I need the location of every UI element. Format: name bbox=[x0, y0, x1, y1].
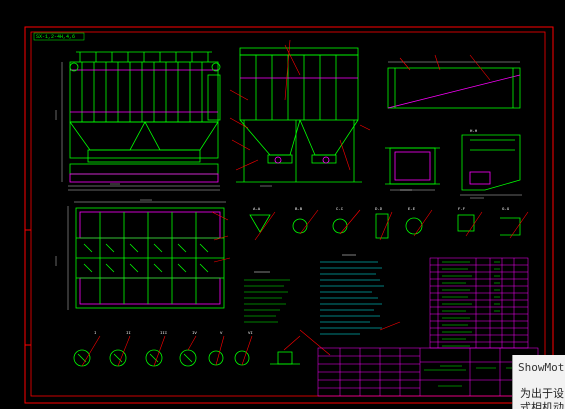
plan-view-leaders bbox=[211, 211, 231, 263]
svg-text:IV: IV bbox=[192, 332, 197, 336]
front-elevation-dims bbox=[61, 62, 220, 191]
svg-text:V: V bbox=[220, 332, 223, 336]
bottom-detail-views bbox=[73, 349, 300, 367]
plan-view-dims bbox=[67, 201, 226, 310]
svg-text:A-A: A-A bbox=[253, 208, 261, 212]
notes-block-2 bbox=[320, 254, 384, 335]
svg-text:III: III bbox=[160, 332, 167, 336]
notes-leaders bbox=[299, 321, 401, 356]
detail-box-view bbox=[385, 147, 440, 191]
plan-view bbox=[75, 207, 225, 309]
dimension-annotations bbox=[55, 110, 484, 266]
front-elevation-view bbox=[69, 51, 221, 183]
svg-text:G-G: G-G bbox=[502, 208, 510, 212]
detail-labels: I II III IV V VI bbox=[94, 332, 253, 336]
svg-text:H-H: H-H bbox=[470, 130, 478, 134]
section-labels: A-A B-B C-C D-D E-E F-F G-G H-H bbox=[253, 130, 510, 212]
side-elevation-view bbox=[236, 47, 362, 183]
side-elevation-leaders bbox=[229, 39, 371, 171]
parts-list-text bbox=[442, 261, 500, 347]
title-block-label: SX-1,2-4H,4,6 bbox=[36, 34, 75, 40]
svg-text:C-C: C-C bbox=[336, 208, 344, 212]
svg-text:D-D: D-D bbox=[375, 208, 383, 212]
parts-list-table bbox=[429, 257, 529, 349]
svg-text:B-B: B-B bbox=[295, 208, 303, 212]
title-block bbox=[317, 347, 539, 397]
svg-text:F-F: F-F bbox=[458, 208, 466, 212]
svg-text:VI: VI bbox=[248, 332, 253, 336]
section-details-row bbox=[249, 213, 521, 239]
watermark-overlay: ShowMot 为出于设 式相机动 bbox=[512, 355, 565, 409]
hopper-detail-view bbox=[460, 134, 522, 196]
svg-text:II: II bbox=[126, 332, 131, 336]
watermark-title: ShowMot bbox=[518, 361, 565, 374]
roof-section-leaders bbox=[399, 54, 491, 81]
roof-section-view bbox=[387, 61, 521, 109]
svg-text:E-E: E-E bbox=[408, 208, 416, 212]
section-details-leaders bbox=[254, 209, 529, 241]
svg-text:I: I bbox=[94, 332, 96, 336]
cad-drawing-canvas[interactable]: SX-1,2-4H,4,6 A-A B-B C-C D-D E-E F-F G-… bbox=[0, 0, 565, 409]
notes-block-1 bbox=[244, 271, 290, 323]
watermark-line-2: 式相机动 bbox=[520, 401, 564, 409]
